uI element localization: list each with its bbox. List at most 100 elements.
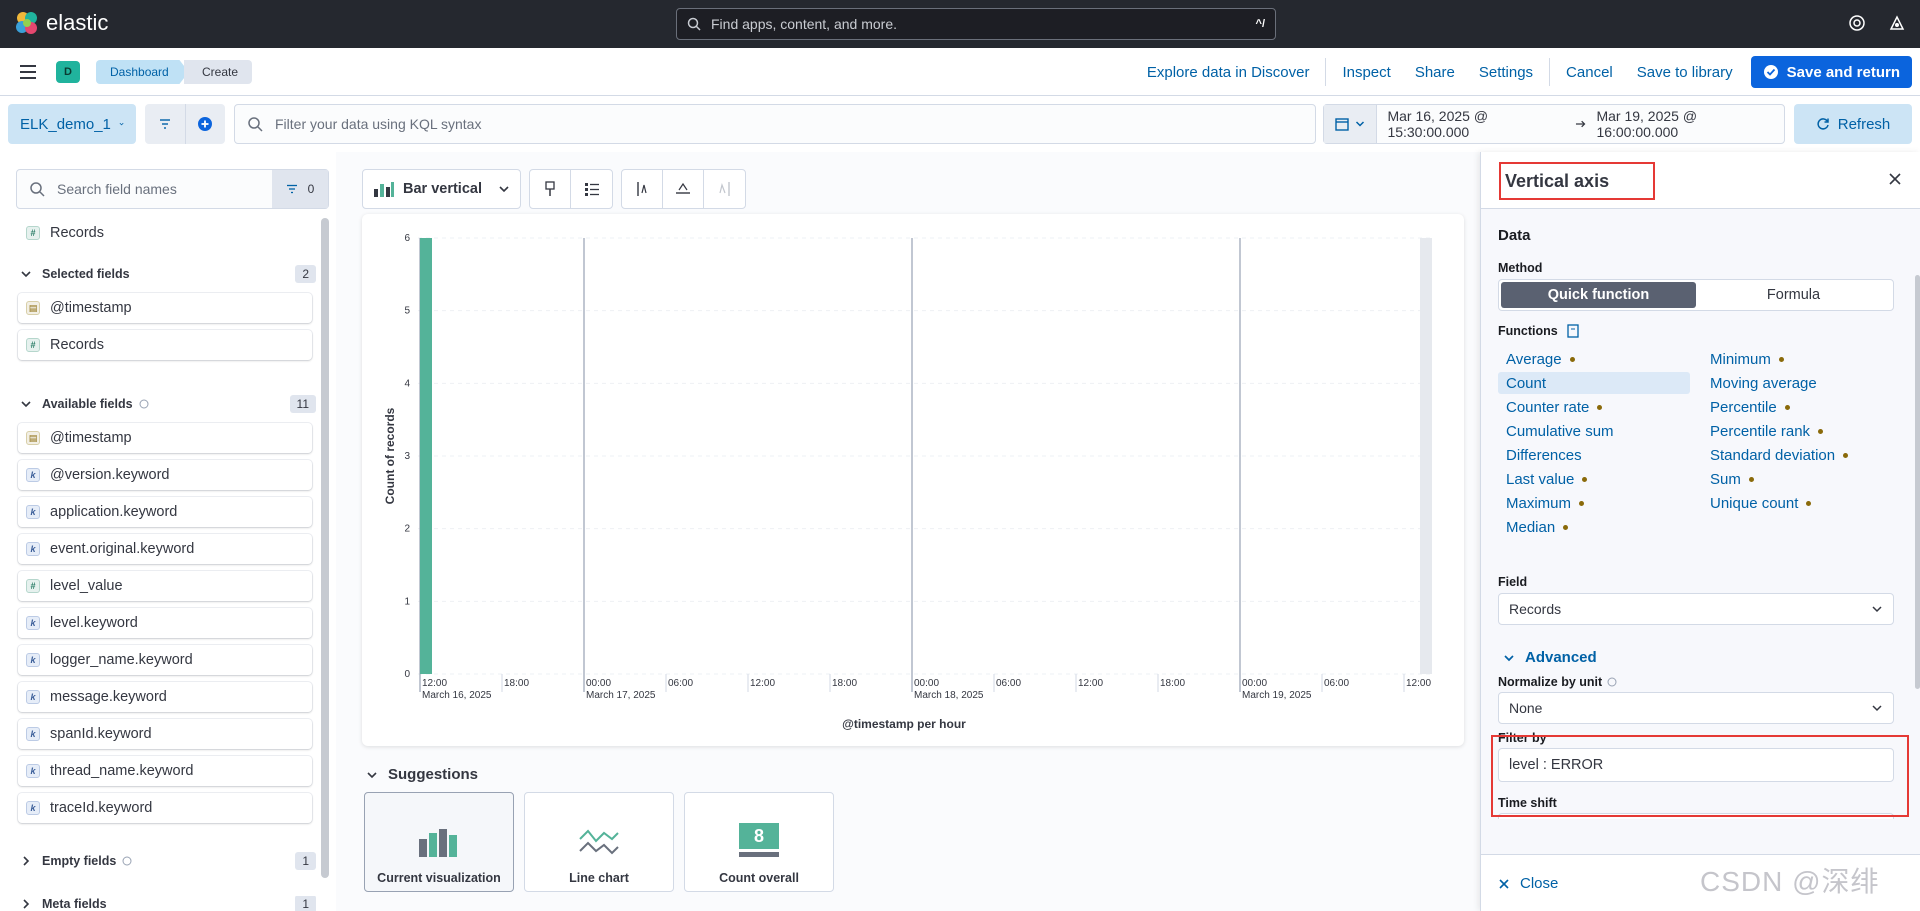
- news-feed-icon[interactable]: [1888, 14, 1906, 32]
- incompatible-indicator-icon: [1597, 404, 1603, 410]
- flyout-scrollbar[interactable]: [1915, 275, 1920, 689]
- add-filter-button[interactable]: [186, 104, 226, 144]
- function-option[interactable]: Count: [1498, 372, 1690, 394]
- menu-toggle-icon[interactable]: [20, 65, 36, 79]
- quick-function-tab[interactable]: Quick function: [1501, 282, 1696, 308]
- elastic-logo[interactable]: elastic: [14, 10, 108, 36]
- field-name: application.keyword: [50, 504, 178, 520]
- field-select[interactable]: Records: [1498, 593, 1894, 625]
- refresh-button[interactable]: Refresh: [1794, 104, 1912, 144]
- field-name: Records: [50, 337, 104, 353]
- field-item[interactable]: # level_value: [18, 571, 312, 601]
- keyword-type-icon: k: [26, 690, 40, 704]
- field-item[interactable]: k application.keyword: [18, 497, 312, 527]
- incompatible-indicator-icon: [1582, 476, 1588, 482]
- field-name: @timestamp: [50, 430, 132, 446]
- left-axis-button[interactable]: [622, 170, 663, 208]
- normalize-select[interactable]: None: [1498, 692, 1894, 724]
- incompatible-indicator-icon: [1806, 500, 1812, 506]
- function-option[interactable]: Last value: [1506, 468, 1588, 490]
- visualization-workspace: Bar vertical 0 1 2 3 4 5 6 12:00 March 16, 2025 1…: [336, 152, 1480, 911]
- function-option[interactable]: Minimum: [1710, 348, 1784, 370]
- function-option[interactable]: Counter rate: [1506, 396, 1603, 418]
- filter-menu-button[interactable]: [145, 104, 186, 144]
- available-fields-count: 11: [289, 395, 316, 413]
- function-name: Sum: [1710, 470, 1741, 488]
- style-options-button[interactable]: [530, 170, 571, 208]
- field-item[interactable]: # Records: [18, 330, 312, 360]
- formula-tab[interactable]: Formula: [1696, 282, 1891, 308]
- start-date[interactable]: Mar 16, 2025 @ 15:30:00.000: [1377, 108, 1575, 140]
- function-option[interactable]: Percentile: [1710, 396, 1790, 418]
- advanced-toggle[interactable]: Advanced: [1503, 649, 1597, 666]
- chart-type-switcher[interactable]: Bar vertical: [362, 169, 521, 209]
- legend-options-button[interactable]: [571, 170, 612, 208]
- function-option[interactable]: Standard deviation: [1710, 444, 1849, 466]
- suggestion-current-visualization[interactable]: Current visualization: [364, 792, 514, 892]
- x-tick-label: 18:00: [1160, 678, 1185, 689]
- function-option[interactable]: Differences: [1506, 444, 1582, 466]
- x-tick-sublabel: March 16, 2025: [422, 690, 492, 701]
- close-icon[interactable]: [1888, 172, 1902, 186]
- function-option[interactable]: Moving average: [1710, 372, 1817, 394]
- field-item[interactable]: k level.keyword: [18, 608, 312, 638]
- function-option[interactable]: Unique count: [1710, 492, 1812, 514]
- explore-discover-link[interactable]: Explore data in Discover: [1135, 64, 1322, 81]
- chevron-down-icon: [499, 186, 509, 193]
- suggestions-header[interactable]: Suggestions: [366, 766, 478, 783]
- documentation-icon[interactable]: [1566, 324, 1580, 338]
- global-search-input[interactable]: Find apps, content, and more. ^/: [676, 8, 1276, 40]
- bottom-axis-button[interactable]: [663, 170, 704, 208]
- settings-link[interactable]: Settings: [1467, 64, 1545, 81]
- x-tick-label: 06:00: [1324, 678, 1349, 689]
- end-date[interactable]: Mar 19, 2025 @ 16:00:00.000: [1586, 108, 1784, 140]
- field-type-filter-button[interactable]: 0: [272, 170, 328, 208]
- suggestion-count-overall[interactable]: 8 Count overall: [684, 792, 834, 892]
- x-tick-label: 18:00: [504, 678, 529, 689]
- functions-label-row: Functions: [1498, 324, 1580, 338]
- inspect-link[interactable]: Inspect: [1330, 64, 1402, 81]
- quick-menu-button[interactable]: [1324, 105, 1378, 143]
- function-name: Moving average: [1710, 374, 1817, 392]
- empty-fields-header[interactable]: Empty fields 1: [20, 852, 316, 870]
- data-view-picker[interactable]: ELK_demo_1: [8, 104, 136, 144]
- field-item[interactable]: k spanId.keyword: [18, 719, 312, 749]
- field-item[interactable]: ▤ @timestamp: [18, 423, 312, 453]
- field-search-input[interactable]: Search field names 0: [16, 169, 329, 209]
- field-item-records[interactable]: # Records: [18, 218, 312, 248]
- field-item[interactable]: ▤ @timestamp: [18, 293, 312, 323]
- filter-actions: [145, 104, 225, 144]
- filter-icon: [159, 119, 170, 129]
- function-option[interactable]: Percentile rank: [1710, 420, 1824, 442]
- selected-fields-header[interactable]: Selected fields 2: [20, 265, 316, 283]
- field-name: level_value: [50, 578, 123, 594]
- close-flyout-button[interactable]: Close: [1498, 875, 1558, 892]
- field-item[interactable]: k thread_name.keyword: [18, 756, 312, 786]
- y-tick-label: 1: [404, 596, 410, 607]
- function-option[interactable]: Average: [1506, 348, 1575, 370]
- time-shift-input[interactable]: [1498, 813, 1894, 819]
- field-item[interactable]: k logger_name.keyword: [18, 645, 312, 675]
- metric-preview-icon: 8: [739, 823, 779, 857]
- field-item[interactable]: k message.keyword: [18, 682, 312, 712]
- field-list-scrollbar[interactable]: [321, 218, 329, 878]
- function-option[interactable]: Median: [1506, 516, 1569, 538]
- x-tick-label: 06:00: [996, 678, 1021, 689]
- help-icon[interactable]: [1848, 14, 1866, 32]
- meta-fields-header[interactable]: Meta fields 1: [20, 896, 316, 911]
- field-item[interactable]: k event.original.keyword: [18, 534, 312, 564]
- save-and-return-button[interactable]: Save and return: [1750, 56, 1912, 88]
- save-to-library-link[interactable]: Save to library: [1625, 64, 1745, 81]
- suggestion-line-chart[interactable]: Line chart: [524, 792, 674, 892]
- function-option[interactable]: Sum: [1710, 468, 1754, 490]
- field-item[interactable]: k @version.keyword: [18, 460, 312, 490]
- space-avatar[interactable]: D: [56, 61, 80, 83]
- available-fields-header[interactable]: Available fields 11: [20, 395, 316, 413]
- field-item[interactable]: k traceId.keyword: [18, 793, 312, 823]
- share-link[interactable]: Share: [1403, 64, 1467, 81]
- function-option[interactable]: Maximum: [1506, 492, 1585, 514]
- cancel-link[interactable]: Cancel: [1554, 64, 1625, 81]
- kql-search-input[interactable]: Filter your data using KQL syntax: [234, 104, 1316, 144]
- function-option[interactable]: Cumulative sum: [1506, 420, 1614, 442]
- breadcrumb-dashboard[interactable]: Dashboard: [96, 60, 189, 84]
